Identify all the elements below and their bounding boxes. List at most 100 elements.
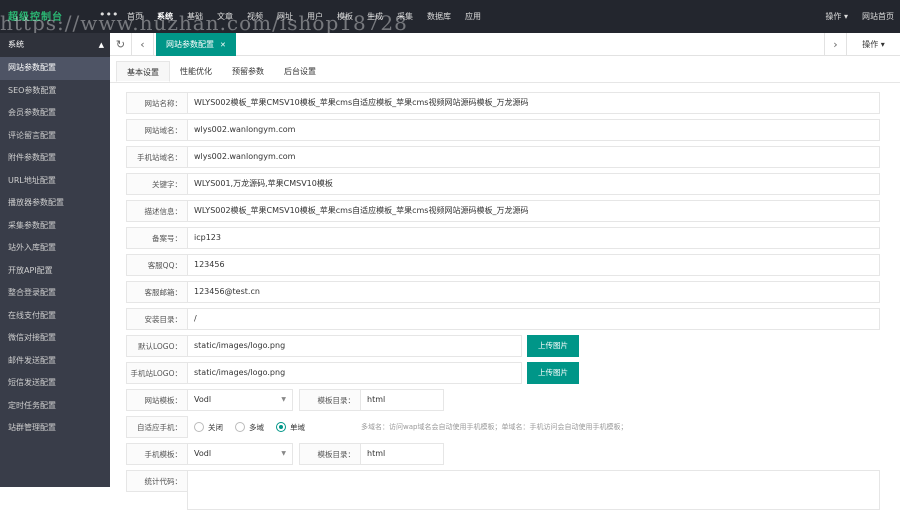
sidebar-item[interactable]: 采集参数配置 [0, 215, 110, 238]
icp-label: 备案号： [126, 227, 188, 249]
adaptive-radio[interactable]: 多域 [235, 422, 264, 433]
chevron-down-icon: ▾ [843, 12, 848, 21]
sidebar-item[interactable]: 邮件发送配置 [0, 350, 110, 373]
site-name-label: 网站名称： [126, 92, 188, 114]
settings-tab[interactable]: 后台设置 [274, 61, 326, 82]
scroll-left-icon[interactable]: ‹ [132, 33, 154, 56]
template-dir-label: 模板目录： [299, 389, 361, 411]
radio-circle-icon [276, 422, 286, 432]
tab-site-config[interactable]: 网站参数配置 ✕ [156, 33, 236, 56]
tab-ops-menu[interactable]: 操作 ▾ [846, 33, 900, 56]
logo-input[interactable]: static/images/logo.png [187, 335, 522, 357]
sidebar-item[interactable]: 整合登录配置 [0, 282, 110, 305]
sidebar-item[interactable]: 网站参数配置 [0, 57, 110, 80]
keywords-input[interactable]: WLYS001,万龙源码,苹果CMSV10模板 [187, 173, 880, 195]
qq-input[interactable]: 123456 [187, 254, 880, 276]
adaptive-radio[interactable]: 关闭 [194, 422, 223, 433]
sidebar-item[interactable]: 评论留言配置 [0, 125, 110, 148]
radio-label: 单域 [290, 422, 305, 432]
mobile-domain-label: 手机站域名： [126, 146, 188, 168]
site-domain-label: 网站域名： [126, 119, 188, 141]
chevron-down-icon: ▼ [281, 396, 286, 403]
mobile-template-dir-label: 模板目录： [299, 443, 361, 465]
sidebar-item[interactable]: 定时任务配置 [0, 395, 110, 418]
sidebar-item[interactable]: URL地址配置 [0, 170, 110, 193]
main-area: ↻ ‹ 网站参数配置 ✕ › 操作 ▾ 基本设置 性能优化 预留参数 后台设置 网站名称… [110, 33, 900, 510]
mobile-logo-input[interactable]: static/images/logo.png [187, 362, 522, 384]
row-install-dir: 安装目录： / [126, 308, 880, 330]
row-description: 描述信息： WLYS002模板_苹果CMSV10模板_苹果cms自适应模板_苹果… [126, 200, 880, 222]
settings-tabs: 基本设置 性能优化 预留参数 后台设置 [110, 61, 900, 83]
site-name-input[interactable]: WLYS002模板_苹果CMSV10模板_苹果cms自适应模板_苹果cms视频网… [187, 92, 880, 114]
watermark: https://www.huzhan.com/ishop18728 [0, 11, 408, 35]
collapse-arrow-icon: ▲ [98, 41, 104, 49]
site-domain-input[interactable]: wlys002.wanlongym.com [187, 119, 880, 141]
mobile-template-dir-input[interactable]: html [360, 443, 444, 465]
template-dir-input[interactable]: html [360, 389, 444, 411]
sidebar-item[interactable]: 微信对接配置 [0, 327, 110, 350]
install-dir-input[interactable]: / [187, 308, 880, 330]
sidebar-group-system[interactable]: 系统 ▲ [0, 33, 110, 57]
sidebar-item[interactable]: 会员参数配置 [0, 102, 110, 125]
sidebar-item[interactable]: SEO参数配置 [0, 80, 110, 103]
mobile-logo-label: 手机站LOGO： [126, 362, 188, 384]
row-mobile-logo: 手机站LOGO： static/images/logo.png 上传图片 [126, 362, 586, 384]
row-adaptive: 自适应手机： 关闭 多域 单域 多域名：访问wap域名会自动使用手机模板；单域名：手… [126, 416, 886, 438]
sidebar-item[interactable]: 站外入库配置 [0, 237, 110, 260]
radio-circle-icon [194, 422, 204, 432]
sidebar-item[interactable]: 在线支付配置 [0, 305, 110, 328]
upload-logo-button[interactable]: 上传图片 [527, 335, 579, 357]
description-input[interactable]: WLYS002模板_苹果CMSV10模板_苹果cms自适应模板_苹果cms视频网… [187, 200, 880, 222]
sidebar-item[interactable]: 站群管理配置 [0, 417, 110, 440]
logo-label: 默认LOGO： [126, 335, 188, 357]
settings-tab[interactable]: 预留参数 [222, 61, 274, 82]
adaptive-label: 自适应手机： [126, 416, 188, 438]
row-qq: 客服QQ： 123456 [126, 254, 880, 276]
sidebar-item[interactable]: 附件参数配置 [0, 147, 110, 170]
chevron-down-icon: ▼ [281, 450, 286, 457]
install-dir-label: 安装目录： [126, 308, 188, 330]
mobile-template-value: Vodl [194, 449, 212, 458]
scroll-right-icon[interactable]: › [824, 33, 846, 56]
adaptive-hint: 多域名：访问wap域名会自动使用手机模板；单域名：手机访问会自动使用手机模板； [361, 423, 628, 431]
row-site-domain: 网站域名： wlys002.wanlongym.com [126, 119, 880, 141]
template-label: 网站模板： [126, 389, 188, 411]
template-value: Vodl [194, 395, 212, 404]
adaptive-radio[interactable]: 单域 [276, 422, 305, 433]
sidebar: 系统 ▲ 网站参数配置 SEO参数配置 会员参数配置 评论留言配置 附件参数配置 URL地… [0, 33, 110, 487]
sidebar-items: 网站参数配置 SEO参数配置 会员参数配置 评论留言配置 附件参数配置 URL地址配置 播放… [0, 57, 110, 440]
sidebar-item[interactable]: 短信发送配置 [0, 372, 110, 395]
settings-tab[interactable]: 性能优化 [170, 61, 222, 82]
row-icp: 备案号： icp123 [126, 227, 880, 249]
mobile-domain-input[interactable]: wlys002.wanlongym.com [187, 146, 880, 168]
top-header: 超级控制台 ••• 首页 系统 基础 文章 视频 网址 用户 模板 生成 采集 数据库 应用 操作 ▾… [0, 0, 900, 35]
radio-label: 多域 [249, 422, 264, 432]
top-ops-label: 操作 [825, 12, 842, 21]
stat-code-textarea[interactable] [187, 470, 880, 510]
site-home-link[interactable]: 网站首页 [862, 11, 894, 22]
row-keywords: 关键字： WLYS001,万龙源码,苹果CMSV10模板 [126, 173, 880, 195]
row-template: 网站模板： Vodl ▼ 模板目录： html [126, 389, 456, 411]
close-icon[interactable]: ✕ [220, 41, 226, 49]
mobile-template-select[interactable]: Vodl ▼ [187, 443, 293, 465]
template-select[interactable]: Vodl ▼ [187, 389, 293, 411]
sidebar-group-label: 系统 [8, 40, 24, 49]
sidebar-item[interactable]: 开放API配置 [0, 260, 110, 283]
row-stat: 统计代码： [126, 470, 880, 510]
icp-input[interactable]: icp123 [187, 227, 880, 249]
sidebar-item[interactable]: 播放器参数配置 [0, 192, 110, 215]
row-logo: 默认LOGO： static/images/logo.png 上传图片 [126, 335, 586, 357]
tab-ops-label: 操作 [862, 40, 879, 49]
tab-label: 网站参数配置 [166, 40, 214, 49]
mobile-template-label: 手机模板： [126, 443, 188, 465]
row-mobile-domain: 手机站域名： wlys002.wanlongym.com [126, 146, 880, 168]
email-label: 客服邮箱： [126, 281, 188, 303]
tab-bar: ↻ ‹ 网站参数配置 ✕ › 操作 ▾ [110, 33, 900, 56]
qq-label: 客服QQ： [126, 254, 188, 276]
email-input[interactable]: 123456@test.cn [187, 281, 880, 303]
settings-tab[interactable]: 基本设置 [116, 61, 170, 82]
refresh-icon[interactable]: ↻ [110, 33, 132, 56]
top-ops-menu[interactable]: 操作 ▾ [825, 11, 848, 22]
row-site-name: 网站名称： WLYS002模板_苹果CMSV10模板_苹果cms自适应模板_苹果… [126, 92, 880, 114]
upload-mobile-logo-button[interactable]: 上传图片 [527, 362, 579, 384]
